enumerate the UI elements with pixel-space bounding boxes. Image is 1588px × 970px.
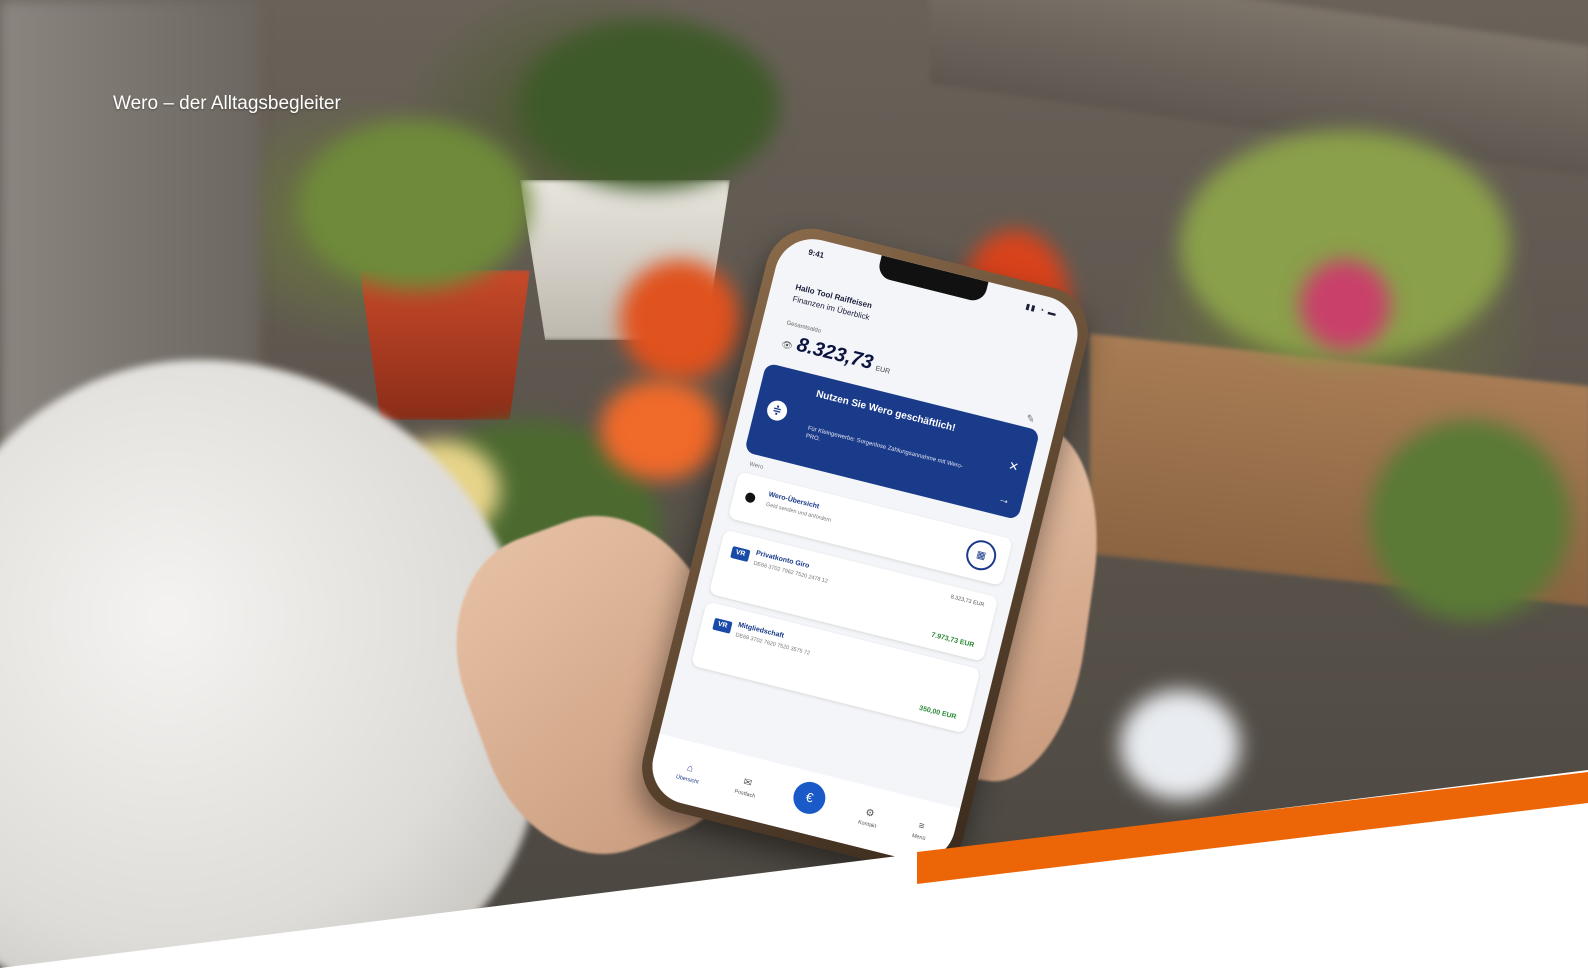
tab-bar: ⌂ Übersicht ✉ Postfach € ⚙ Kontakt ≡ Men…	[644, 733, 961, 869]
status-icons: ▮▮ ◔ ▬	[1024, 301, 1058, 319]
wero-logo-icon	[744, 491, 757, 504]
flowers	[600, 380, 720, 480]
tab-label: Übersicht	[675, 774, 700, 786]
edit-icon[interactable]: ✎	[1025, 413, 1036, 426]
status-time: 9:41	[807, 247, 826, 261]
wero-icon: ≑	[764, 398, 790, 423]
tab-label: Menü	[911, 832, 927, 843]
account-total: 8.323,73 EUR	[949, 594, 985, 609]
balance-currency: EUR	[874, 365, 891, 376]
arrow-right-icon[interactable]: →	[997, 491, 1012, 507]
flowers	[620, 260, 740, 380]
bank-logo-icon: VR	[730, 545, 751, 562]
account-balance: 7.973,73 EUR	[930, 631, 975, 650]
tab-menu[interactable]: ≡ Menü	[911, 819, 929, 842]
tab-label: Kontakt	[857, 819, 877, 830]
contact-icon: ⚙	[864, 807, 876, 820]
balance-amount: 8.323,73	[794, 333, 876, 374]
tab-overview[interactable]: ⌂ Übersicht	[675, 761, 702, 786]
greeting: Hallo Tool Raiffeisen Finanzen im Überbl…	[791, 282, 874, 324]
menu-icon: ≡	[917, 820, 926, 833]
foliage	[300, 120, 530, 290]
qr-code-button[interactable]: ▦	[962, 537, 1000, 574]
section-label: Wero	[748, 461, 764, 471]
home-icon: ⌂	[685, 762, 695, 775]
tab-label: Postfach	[733, 788, 756, 800]
flowers	[1300, 260, 1390, 350]
flowers	[1120, 690, 1240, 800]
tab-mailbox[interactable]: ✉ Postfach	[734, 775, 760, 800]
tab-contact[interactable]: ⚙ Kontakt	[857, 806, 880, 830]
promo-title: Nutzen Sie Wero geschäftlich!	[814, 388, 957, 435]
account-balance: 350,00 EUR	[918, 704, 958, 721]
close-icon[interactable]: ✕	[1007, 458, 1020, 474]
red-flower-pot	[360, 270, 530, 420]
foliage	[1370, 420, 1570, 620]
bank-logo-icon: VR	[712, 617, 733, 634]
foliage	[520, 20, 780, 190]
eye-icon[interactable]: 👁	[780, 339, 794, 352]
mailbox-icon: ✉	[742, 776, 753, 790]
hero-caption: Wero – der Alltagsbegleiter	[113, 93, 341, 114]
promo-text: Für Kleingewerbe: Sorgenlose Zahlungsann…	[805, 425, 964, 471]
euro-icon[interactable]: €	[790, 778, 829, 818]
